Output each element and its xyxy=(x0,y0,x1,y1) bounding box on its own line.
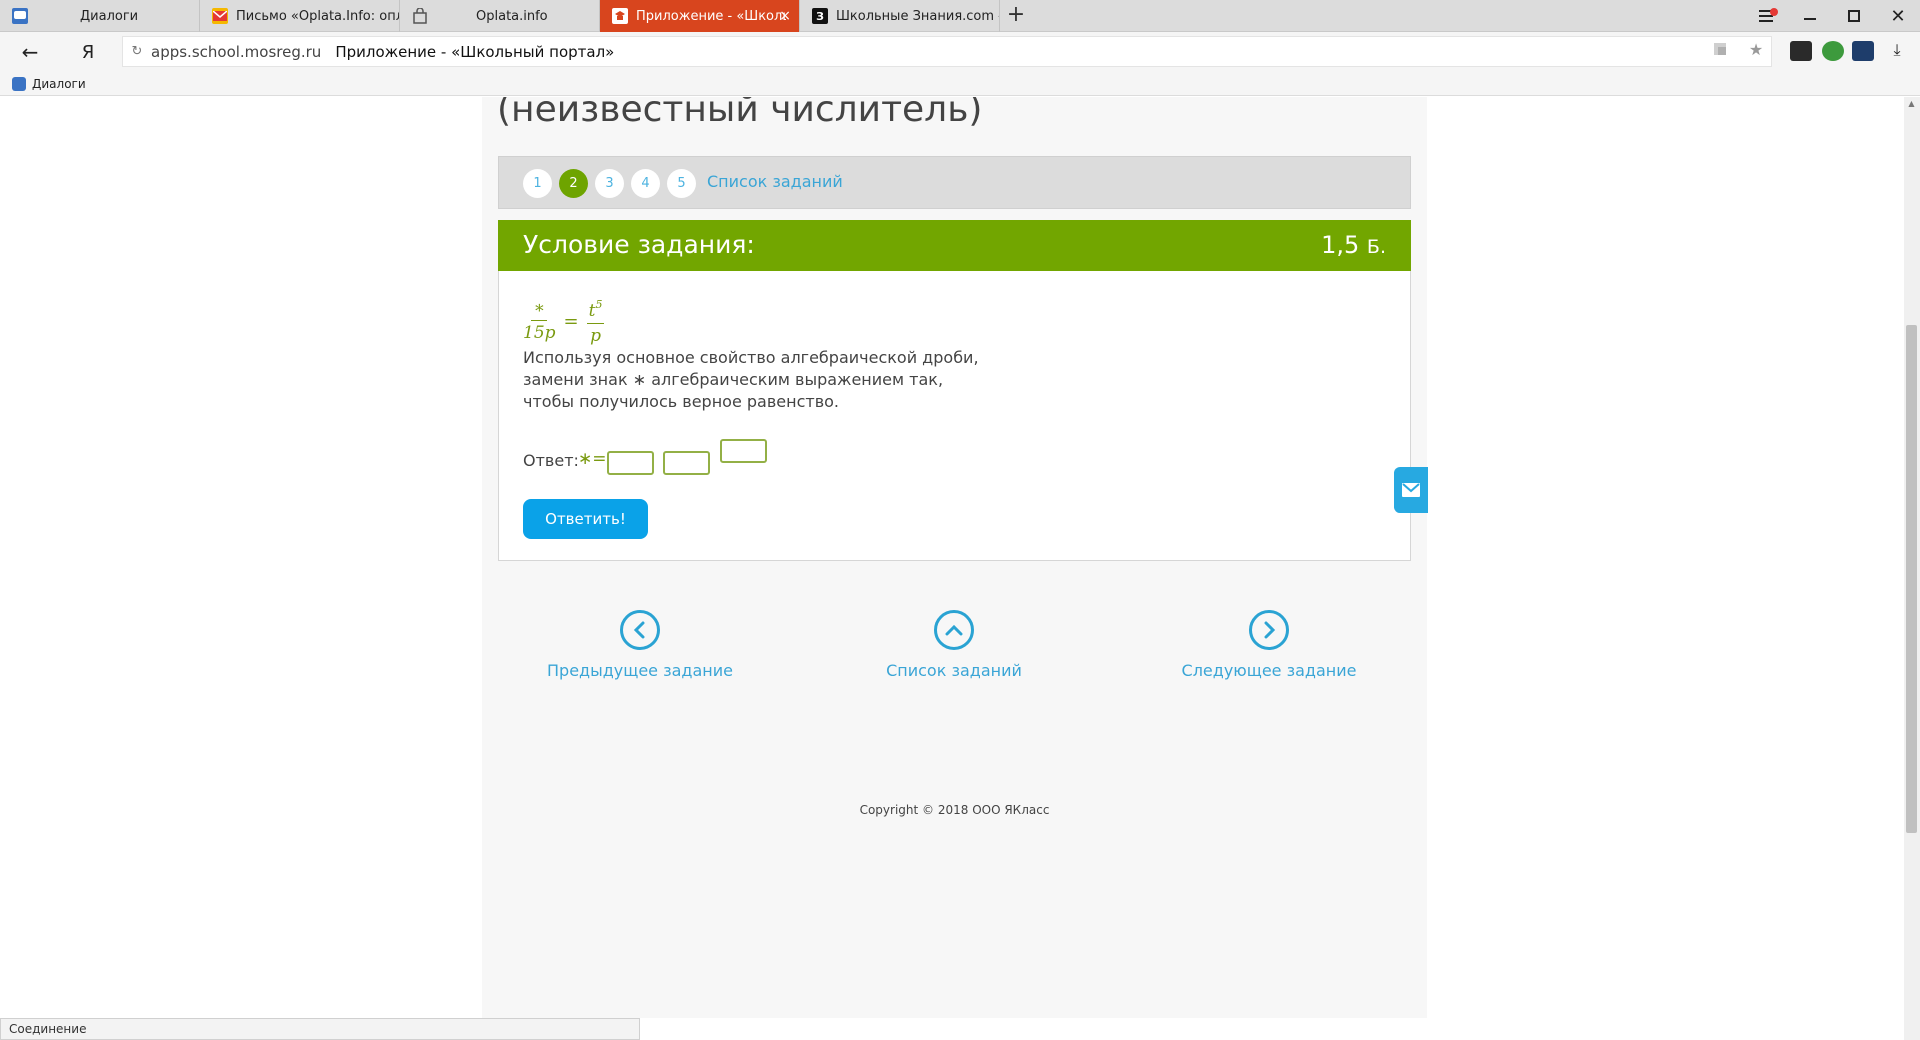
tab-title: Школьные Знания.com - Ре xyxy=(836,8,999,24)
bookmark-star-icon[interactable]: ★ xyxy=(1747,40,1765,59)
formula-right-denominator: p xyxy=(590,326,601,346)
formula-right-numerator: t5 xyxy=(586,295,605,324)
protect-icon[interactable] xyxy=(1711,40,1729,58)
task-number-1[interactable]: 1 xyxy=(523,169,552,198)
tab-title: Диалоги xyxy=(80,8,139,24)
task-number-3[interactable]: 3 xyxy=(595,169,624,198)
chevron-left-circle-icon xyxy=(620,610,660,650)
task-formula: ∗ 15p = t5 p xyxy=(523,293,605,349)
dialogs-icon xyxy=(12,8,28,24)
formula-left-fraction: ∗ 15p xyxy=(523,298,556,344)
notification-dot-icon xyxy=(1770,8,1778,16)
tab-oplata-mail[interactable]: Письмо «Oplata.Info: оплата xyxy=(200,0,400,32)
tab-znanija[interactable]: З Школьные Знания.com - Ре xyxy=(800,0,1000,32)
chevron-right-circle-icon xyxy=(1249,610,1289,650)
scrollbar-thumb[interactable] xyxy=(1906,325,1917,833)
page-heading: (неизвестный числитель) xyxy=(497,97,983,130)
answer-coefficient-input[interactable] xyxy=(607,451,654,475)
minimize-icon xyxy=(1804,18,1816,20)
tab-title: Приложение - «Школьн xyxy=(636,8,786,24)
answer-variable-input[interactable] xyxy=(663,451,710,475)
bag-icon xyxy=(412,8,428,24)
close-window-button[interactable]: ✕ xyxy=(1876,0,1920,32)
task-navigation: 1 2 3 4 5 Список заданий xyxy=(498,156,1411,209)
submit-answer-button[interactable]: Ответить! xyxy=(523,499,648,539)
task-list-label: Список заданий xyxy=(886,661,1022,680)
back-button[interactable]: ← xyxy=(16,38,44,66)
task-statement: Используя основное свойство алгебраическ… xyxy=(523,347,993,413)
address-bar[interactable]: ↻ apps.school.mosreg.ru Приложение - «Шк… xyxy=(122,36,1772,67)
bookmarks-bar: Диалоги xyxy=(0,72,1920,96)
formula-left-denominator: 15p xyxy=(523,323,556,343)
yandex-logo-icon: Я xyxy=(81,41,95,63)
close-icon: ✕ xyxy=(1890,5,1906,27)
task-list-link[interactable]: Список заданий xyxy=(707,172,843,191)
back-arrow-icon: ← xyxy=(21,40,39,64)
browser-tab-bar: Диалоги Письмо «Oplata.Info: оплата Opla… xyxy=(0,0,1920,32)
maximize-button[interactable] xyxy=(1832,0,1876,32)
tab-oplata-info[interactable]: Oplata.info xyxy=(400,0,600,32)
status-bar: Соединение xyxy=(0,1018,640,1040)
close-tab-icon[interactable]: × xyxy=(779,8,791,24)
extension-shield-icon[interactable] xyxy=(1822,41,1844,61)
next-task-link[interactable]: Следующее задание xyxy=(1139,610,1399,680)
address-domain: apps.school.mosreg.ru xyxy=(151,42,322,61)
statement-line: чтобы получилось верное равенство. xyxy=(523,392,839,411)
extension-mail-icon[interactable] xyxy=(1852,41,1874,61)
formula-right-fraction: t5 p xyxy=(586,295,605,347)
page-viewport: (неизвестный числитель) 1 2 3 4 5 Список… xyxy=(0,97,1904,1018)
numerator-exponent: 5 xyxy=(595,298,603,311)
tab-dialogs[interactable]: Диалоги xyxy=(0,0,200,32)
task-number-2-current[interactable]: 2 xyxy=(559,169,588,198)
extension-s-icon[interactable] xyxy=(1790,41,1812,61)
chevron-up-circle-icon xyxy=(934,610,974,650)
tab-school-portal[interactable]: Приложение - «Школьн × xyxy=(600,0,800,32)
address-page-title: Приложение - «Школьный портал» xyxy=(335,42,615,61)
task-number-4[interactable]: 4 xyxy=(631,169,660,198)
browser-menu-button[interactable] xyxy=(1744,0,1788,32)
points-unit: Б. xyxy=(1366,236,1386,258)
new-tab-button[interactable]: + xyxy=(1004,4,1028,28)
task-number-5[interactable]: 5 xyxy=(667,169,696,198)
answer-exponent-input[interactable] xyxy=(720,439,767,463)
znanija-icon: З xyxy=(812,8,828,24)
copyright-text: Copyright © 2018 ООО ЯКласс xyxy=(859,803,1050,817)
yandex-button[interactable]: Я xyxy=(74,38,102,66)
formula-equals: = xyxy=(563,310,579,332)
next-task-label: Следующее задание xyxy=(1181,661,1357,680)
maximize-icon xyxy=(1848,10,1860,22)
previous-task-label: Предыдущее задание xyxy=(547,661,733,680)
school-portal-icon xyxy=(612,8,628,24)
answer-prefix: ∗= xyxy=(578,449,607,469)
condition-points: 1,5 Б. xyxy=(1321,231,1386,259)
envelope-icon xyxy=(1402,483,1420,497)
answer-label: Ответ: xyxy=(523,451,579,470)
mail-icon xyxy=(212,8,228,24)
reload-icon[interactable]: ↻ xyxy=(123,44,151,59)
condition-body: ∗ 15p = t5 p Используя основное свойство… xyxy=(498,271,1411,561)
task-list-bottom-link[interactable]: Список заданий xyxy=(824,610,1084,680)
tab-title: Oplata.info xyxy=(476,8,548,24)
previous-task-link[interactable]: Предыдущее задание xyxy=(510,610,770,680)
tab-title: Письмо «Oplata.Info: оплата xyxy=(236,8,399,24)
statement-line: Используя основное свойство алгебраическ… xyxy=(523,348,979,367)
formula-left-numerator: ∗ xyxy=(531,298,548,321)
condition-header: Условие задания: 1,5 Б. xyxy=(498,220,1411,271)
browser-nav-bar: ← Я ↻ apps.school.mosreg.ru Приложение -… xyxy=(0,32,1920,72)
dialogs-bookmark-icon xyxy=(12,76,26,91)
feedback-button[interactable] xyxy=(1394,467,1428,513)
condition-title: Условие задания: xyxy=(523,230,755,259)
points-value: 1,5 xyxy=(1321,231,1360,259)
statement-line: замени знак ∗ алгебраическим выражением … xyxy=(523,370,944,389)
minimize-button[interactable] xyxy=(1788,0,1832,32)
downloads-icon[interactable]: ⤓ xyxy=(1888,40,1906,59)
scroll-up-arrow-icon[interactable]: ▲ xyxy=(1906,99,1917,109)
bookmark-dialogs[interactable]: Диалоги xyxy=(32,77,86,91)
